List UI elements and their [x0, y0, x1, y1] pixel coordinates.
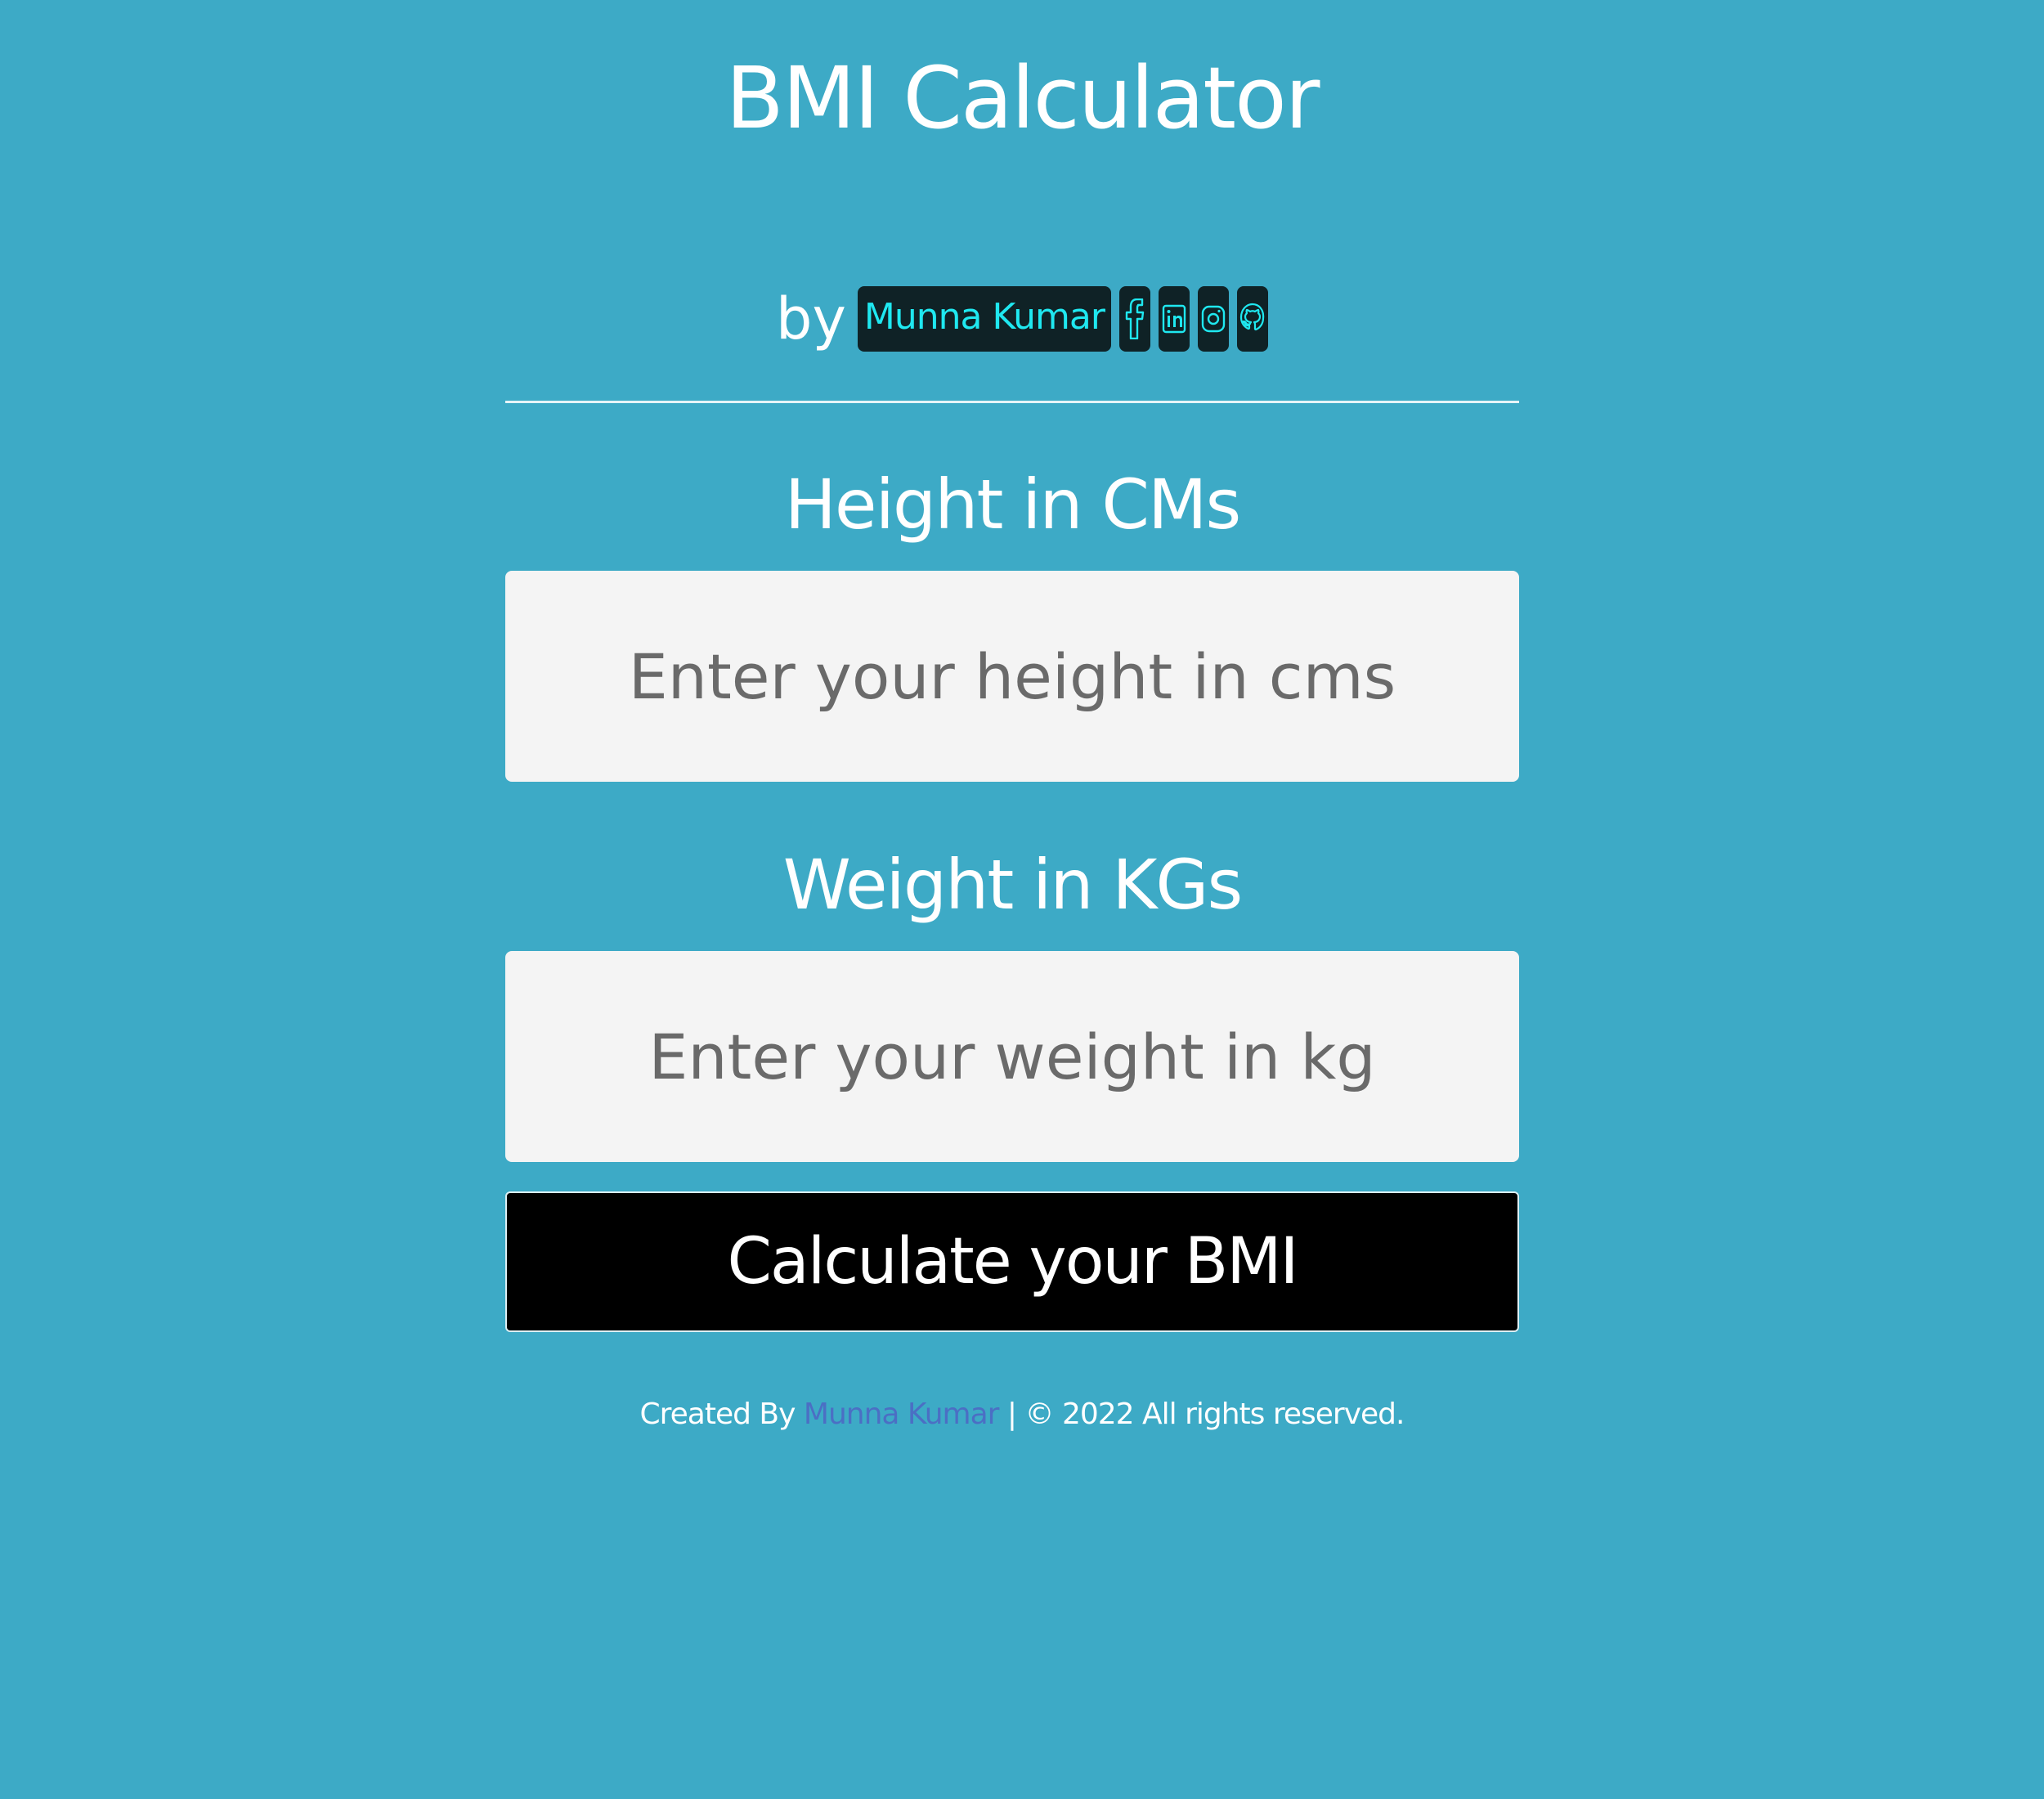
page: BMI Calculator by Munna Kumar Height in …	[0, 0, 2044, 1799]
github-icon[interactable]	[1236, 286, 1268, 352]
calculate-bmi-button[interactable]: Calculate your BMI	[505, 1191, 1519, 1332]
footer-author-link[interactable]: Munna Kumar	[804, 1397, 1000, 1431]
by-text: by	[776, 285, 846, 352]
height-label: Height in CMs	[784, 464, 1242, 545]
facebook-icon[interactable]	[1118, 286, 1150, 352]
weight-input[interactable]	[505, 951, 1519, 1162]
byline: by Munna Kumar	[0, 282, 2044, 356]
footer: Created By Munna Kumar | © 2022 All righ…	[0, 1390, 2044, 1439]
page-title: BMI Calculator	[725, 48, 1320, 148]
height-input[interactable]	[505, 571, 1519, 782]
footer-created-by: Created By	[639, 1397, 796, 1431]
linkedin-icon[interactable]	[1158, 286, 1190, 352]
footer-copyright: | © 2022 All rights reserved.	[1006, 1397, 1405, 1431]
weight-label: Weight in KGs	[782, 845, 1244, 925]
header-divider	[505, 401, 1519, 403]
author-link[interactable]: Munna Kumar	[857, 286, 1111, 352]
instagram-icon[interactable]	[1197, 286, 1229, 352]
